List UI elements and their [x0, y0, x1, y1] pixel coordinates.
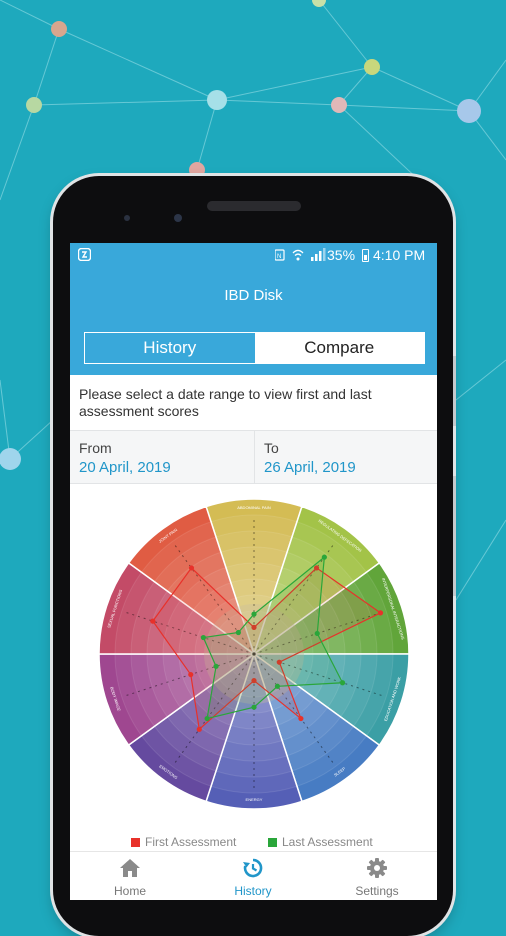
- gear-icon: [367, 858, 387, 878]
- to-date-picker[interactable]: To 26 April, 2019: [255, 431, 437, 483]
- from-date-value[interactable]: 20 April, 2019: [79, 459, 171, 476]
- svg-text:N: N: [277, 254, 281, 260]
- data-point: [196, 726, 202, 732]
- from-date-picker[interactable]: From 20 April, 2019: [70, 431, 255, 483]
- nav-settings[interactable]: Settings: [317, 852, 437, 900]
- to-date-value[interactable]: 26 April, 2019: [264, 459, 356, 476]
- data-point: [213, 663, 219, 669]
- chart-legend: First Assessment Last Assessment: [70, 835, 437, 851]
- notification-icon: [78, 248, 91, 261]
- disk-sector-label: ABDOMINAL PAIN: [237, 505, 271, 510]
- data-point: [188, 671, 194, 678]
- history-icon: [243, 858, 263, 878]
- app-screen: N 35% 4:10 PM IBD Disk History Compare P…: [70, 243, 437, 900]
- nav-history[interactable]: History: [193, 852, 313, 900]
- data-point: [314, 630, 320, 637]
- nav-home[interactable]: Home: [70, 852, 190, 900]
- legend-label-last: Last Assessment: [282, 835, 373, 849]
- bottom-navigation: Home History Settings: [70, 851, 437, 900]
- speaker-grille: [207, 201, 301, 211]
- from-label: From: [79, 440, 112, 456]
- tab-compare[interactable]: Compare: [254, 333, 424, 363]
- data-point: [235, 629, 241, 636]
- app-header: N 35% 4:10 PM IBD Disk History Compare: [70, 243, 437, 375]
- legend-swatch-first: [131, 838, 140, 847]
- ibd-disk-chart: ABDOMINAL PAINREGULATING DEFECATIONINTER…: [98, 498, 410, 810]
- nav-home-label: Home: [113, 884, 146, 898]
- disk-sector-label: ENERGY: [246, 797, 263, 802]
- data-point: [200, 634, 207, 641]
- battery-icon: [362, 249, 369, 262]
- data-point: [377, 610, 384, 616]
- to-label: To: [264, 440, 279, 456]
- nav-history-label: History: [234, 884, 272, 898]
- volume-button: [453, 356, 456, 426]
- nav-settings-label: Settings: [355, 884, 399, 898]
- legend-label-first: First Assessment: [145, 835, 237, 849]
- page-title: IBD Disk: [224, 287, 283, 304]
- status-bar: N 35% 4:10 PM: [70, 243, 437, 267]
- data-point: [150, 618, 156, 624]
- status-time: 4:10 PM: [373, 247, 426, 263]
- battery-percent: 35%: [327, 247, 356, 263]
- data-point: [339, 680, 346, 686]
- data-point: [188, 565, 195, 571]
- home-icon: [120, 859, 140, 877]
- data-point: [274, 683, 281, 689]
- power-button: [453, 476, 456, 596]
- data-point: [251, 704, 257, 710]
- data-point: [204, 715, 210, 722]
- date-range-picker: From 20 April, 2019 To 26 April, 2019: [70, 430, 437, 484]
- sensor: [124, 215, 130, 221]
- segmented-control: History Compare: [84, 332, 425, 364]
- signal-icons: N: [275, 248, 326, 261]
- data-point: [298, 715, 304, 722]
- data-point: [321, 554, 327, 560]
- legend-swatch-last: [268, 838, 277, 847]
- data-point: [251, 611, 257, 617]
- front-camera: [174, 214, 182, 222]
- instructions-text: Please select a date range to view first…: [79, 386, 372, 419]
- tab-history[interactable]: History: [85, 333, 255, 363]
